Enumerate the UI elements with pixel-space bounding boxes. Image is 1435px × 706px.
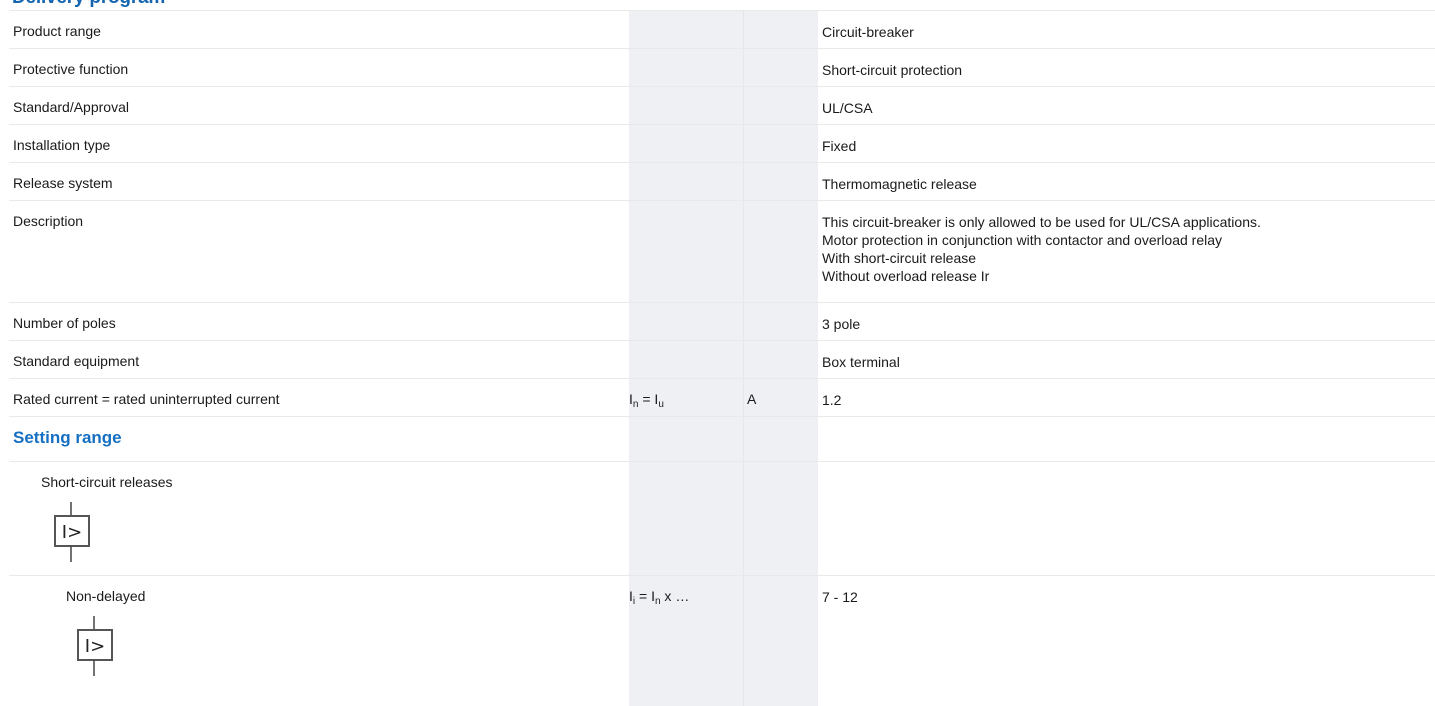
short-circuit-cell: Short-circuit releases I>	[9, 462, 629, 575]
row-unit	[743, 125, 818, 162]
non-delayed-symbol: Ii = In x …	[629, 576, 743, 706]
row-unit	[743, 341, 818, 378]
rated-symbol: In = Iu	[629, 379, 743, 416]
table-row: Installation type Fixed	[9, 124, 1435, 162]
row-symbol	[629, 303, 743, 340]
rated-unit: A	[743, 379, 818, 416]
row-unit	[743, 49, 818, 86]
row-label: Installation type	[13, 137, 111, 153]
row-unit	[743, 462, 818, 575]
row-label: Description	[13, 213, 84, 229]
table-row: Number of poles 3 pole	[9, 302, 1435, 340]
row-value	[818, 462, 1435, 575]
row-value: Short-circuit protection	[822, 62, 963, 78]
row-value: 1.2	[822, 392, 842, 408]
row-unit	[743, 11, 818, 48]
row-value	[818, 417, 1435, 461]
row-unit	[743, 87, 818, 124]
description-value: This circuit-breaker is only allowed to …	[818, 201, 1435, 302]
symbol-sub: u	[658, 399, 664, 410]
row-unit	[743, 417, 818, 461]
table-row-short-circuit: Short-circuit releases I>	[9, 461, 1435, 575]
row-unit	[743, 201, 818, 302]
row-label: Number of poles	[13, 315, 116, 331]
table-row: Product range Circuit-breaker	[9, 10, 1435, 48]
table-row-rated-current: Rated current = rated uninterrupted curr…	[9, 378, 1435, 416]
table-row: Release system Thermomagnetic release	[9, 162, 1435, 200]
spec-table: Product range Circuit-breaker Protective…	[9, 10, 1435, 706]
table-row-non-delayed: Non-delayed I> Ii = In x … 7 - 12	[9, 575, 1435, 706]
row-value: Box terminal	[822, 354, 900, 370]
description-line: Without overload release Ir	[822, 268, 990, 284]
instantaneous-overcurrent-release-icon: I>	[54, 502, 90, 562]
symbol-part: x …	[660, 588, 690, 604]
row-symbol	[629, 163, 743, 200]
row-value: Fixed	[822, 138, 857, 154]
icon-text: I>	[85, 636, 105, 657]
row-unit	[743, 163, 818, 200]
row-unit	[743, 576, 818, 706]
non-delayed-cell: Non-delayed I>	[9, 576, 629, 706]
description-line: Motor protection in conjunction with con…	[822, 232, 1222, 248]
page-heading: Delivery program	[12, 0, 165, 9]
row-label: Standard equipment	[13, 353, 140, 369]
symbol-part: =	[638, 391, 655, 407]
row-value: Thermomagnetic release	[822, 176, 977, 192]
row-symbol	[629, 201, 743, 302]
section-title: Setting range	[13, 428, 122, 447]
unit-label: A	[747, 391, 757, 407]
row-symbol	[629, 87, 743, 124]
description-line: With short-circuit release	[822, 250, 977, 266]
row-value: 7 - 12	[822, 589, 858, 605]
row-label: Protective function	[13, 61, 129, 77]
row-symbol	[629, 125, 743, 162]
section-header-row: Setting range	[9, 416, 1435, 461]
row-symbol	[629, 417, 743, 461]
table-row: Standard/Approval UL/CSA	[9, 86, 1435, 124]
row-symbol	[629, 462, 743, 575]
row-label: Short-circuit releases	[41, 474, 173, 490]
row-symbol	[629, 49, 743, 86]
row-value: UL/CSA	[822, 100, 873, 116]
instantaneous-overcurrent-release-icon: I>	[77, 616, 113, 676]
symbol-part: =	[635, 588, 652, 604]
table-row: Standard equipment Box terminal	[9, 340, 1435, 378]
row-label: Non-delayed	[66, 588, 146, 604]
row-symbol	[629, 341, 743, 378]
table-row: Protective function Short-circuit protec…	[9, 48, 1435, 86]
description-line: This circuit-breaker is only allowed to …	[822, 214, 1261, 230]
table-row-description: Description This circuit-breaker is only…	[9, 200, 1435, 302]
row-label: Product range	[13, 23, 101, 39]
row-label: Standard/Approval	[13, 99, 129, 115]
row-label: Release system	[13, 175, 113, 191]
row-value: 3 pole	[822, 316, 861, 332]
icon-text: I>	[62, 522, 82, 543]
row-label: Rated current = rated uninterrupted curr…	[13, 391, 280, 407]
row-symbol	[629, 11, 743, 48]
row-unit	[743, 303, 818, 340]
row-value: Circuit-breaker	[822, 24, 914, 40]
